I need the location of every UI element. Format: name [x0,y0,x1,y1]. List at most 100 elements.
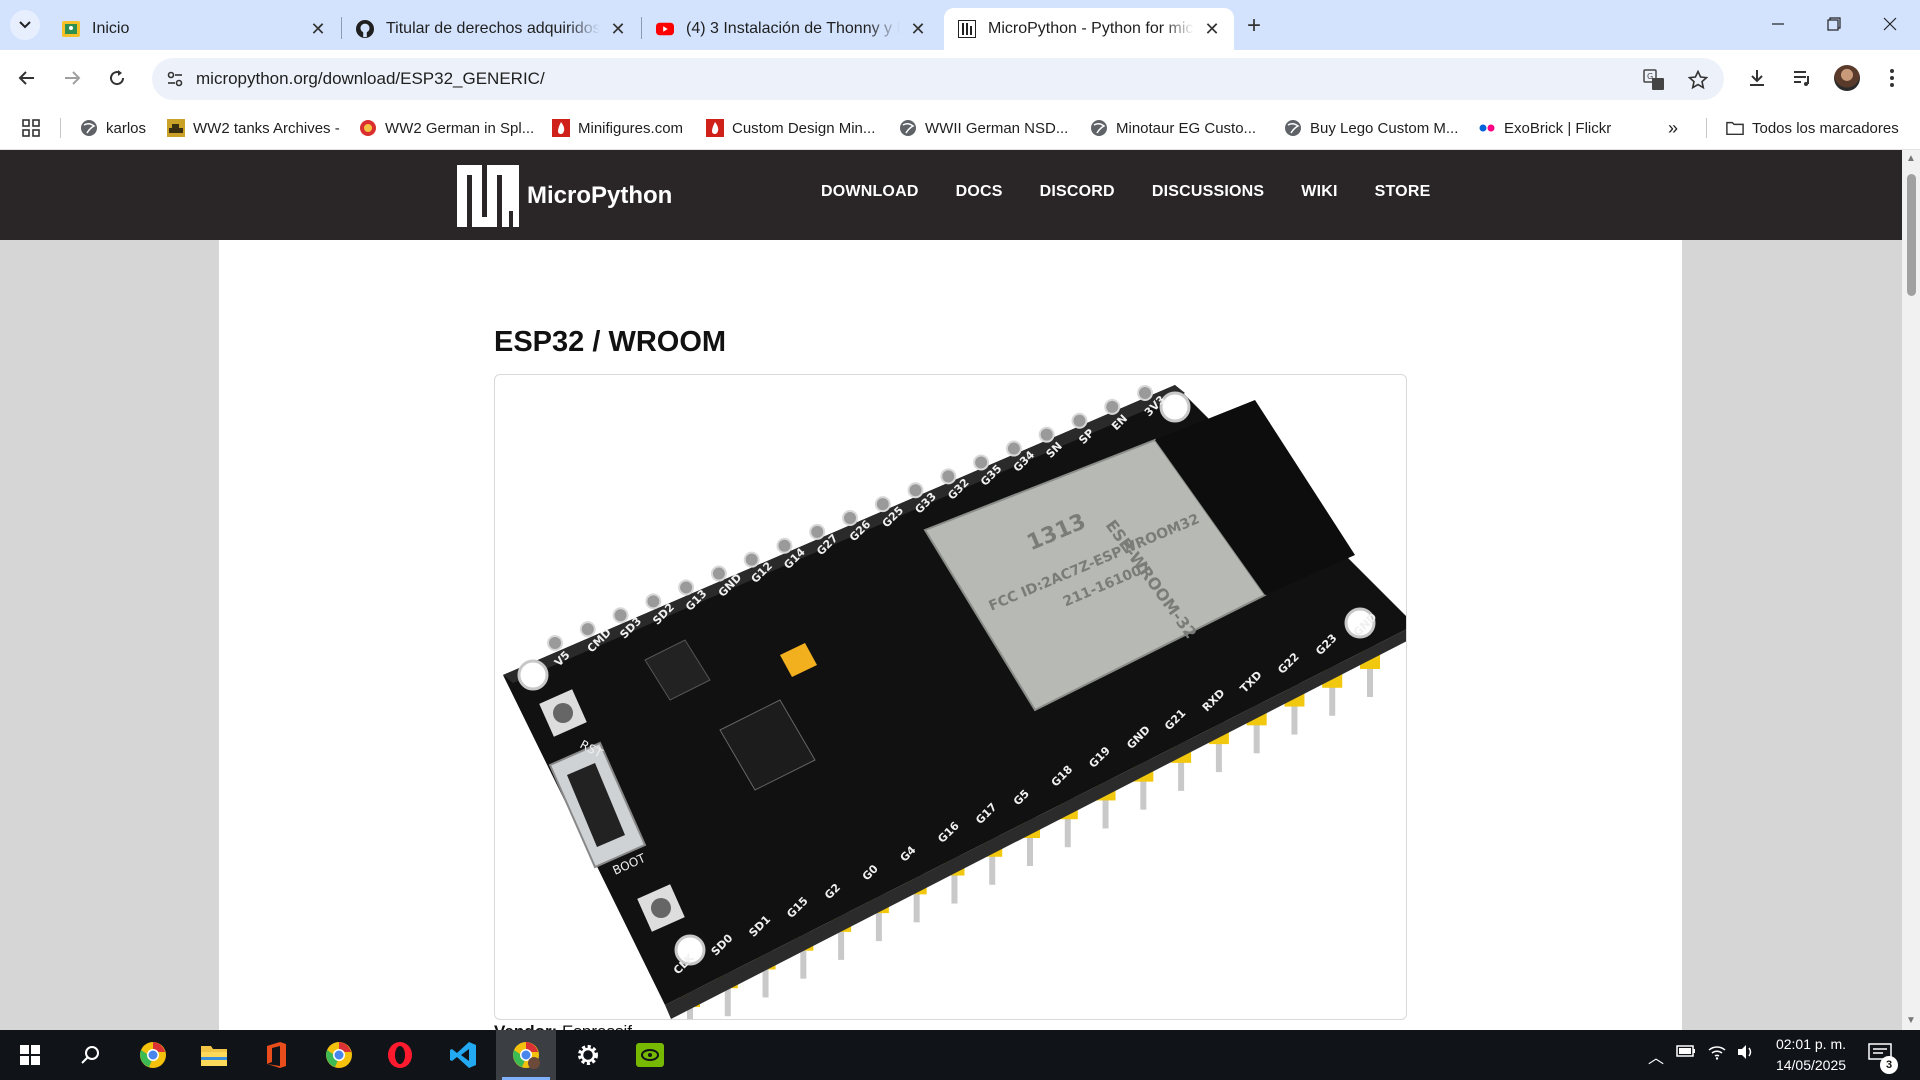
bookmark-label: Minifigures.com [578,119,684,137]
more-bookmarks-button[interactable]: » [1668,116,1678,140]
taskbar-nvidia[interactable] [620,1030,680,1080]
tab-strip: Inicio ✕ Titular de derechos adquiridos … [0,0,1920,50]
badge-site-icon [359,119,377,137]
minimize-icon [1772,23,1784,25]
volume-icon[interactable] [1736,1044,1756,1065]
search-button[interactable] [60,1030,120,1080]
show-hidden-icons-button[interactable]: ︿ [1648,1044,1664,1068]
apps-grid-icon [22,119,40,137]
minimize-button[interactable] [1750,0,1806,48]
bookmark-divider [1706,118,1707,138]
header-pin [710,565,727,582]
taskbar-office[interactable] [246,1030,306,1080]
clock-time: 02:01 p. m. [1775,1036,1847,1052]
bookmark-item[interactable]: Buy Lego Custom M... [1284,116,1458,140]
close-tab-icon[interactable]: ✕ [608,19,628,39]
bookmark-label: Custom Design Min... [732,119,876,137]
nav-discord[interactable]: DISCORD [1040,183,1115,201]
taskbar-file-explorer[interactable] [184,1030,244,1080]
taskbar-vscode[interactable] [433,1030,493,1080]
bookmark-item[interactable]: WWII German NSD... [899,116,1068,140]
nav-store[interactable]: STORE [1375,183,1431,201]
taskbar-chrome[interactable] [309,1030,369,1080]
media-controls-button[interactable] [1786,62,1818,94]
flame-site-icon [706,119,724,137]
address-bar[interactable]: micropython.org/download/ESP32_GENERIC/ … [152,58,1724,100]
close-tab-icon[interactable]: ✕ [308,19,328,39]
reload-button[interactable] [101,62,133,94]
header-pin [973,454,990,471]
all-bookmarks-button[interactable]: Todos los marcadores [1726,116,1899,140]
header-pin [645,593,662,610]
back-button[interactable] [11,62,43,94]
bookmark-item[interactable]: WW2 tanks Archives - [167,116,340,140]
bookmark-item[interactable]: Minotaur EG Custo... [1090,116,1256,140]
scroll-up-icon[interactable]: ▲ [1906,154,1916,164]
playlist-icon [1794,71,1809,86]
page-viewport: MicroPython DOWNLOAD DOCS DISCORD DISCUS… [0,150,1902,1030]
url-text[interactable]: micropython.org/download/ESP32_GENERIC/ [196,69,545,89]
taskbar-opera[interactable] [370,1030,430,1080]
nav-discussions[interactable]: DISCUSSIONS [1152,183,1264,201]
esp32-board-illustration: 1313 FCC ID:2AC7Z-ESPWROOM32 211-161007 … [503,385,1406,1019]
header-pin [1005,440,1022,457]
system-clock[interactable]: 02:01 p. m. 14/05/2025 [1756,1034,1866,1076]
main-content: ESP32 / WROOM 1313 FCC ID:2AC7Z-ESPWROOM… [219,240,1682,1030]
globe-icon [1284,119,1302,137]
header-pin [940,468,957,485]
nav-download[interactable]: DOWNLOAD [821,183,919,201]
apps-button[interactable] [22,116,40,140]
bookmark-item[interactable]: Minifigures.com [552,116,683,140]
bookmark-item[interactable]: karlos [80,116,146,140]
nav-docs[interactable]: DOCS [956,183,1003,201]
tab-micropython[interactable]: MicroPython - Python for microcontroller… [944,8,1234,50]
tab-search-button[interactable] [10,10,40,40]
bookmark-label: Minotaur EG Custo... [1116,119,1257,137]
more-vertical-icon [1890,69,1894,87]
bookmark-label: Todos los marcadores [1752,119,1899,137]
windows-logo-icon [20,1045,40,1065]
taskbar-chrome-active[interactable] [496,1030,556,1080]
tab-youtube[interactable]: (4) 3 Instalación de Thonny y MicroPytho… [642,8,940,50]
globe-icon [899,119,917,137]
header-pin [776,537,793,554]
arrow-right-icon [65,71,81,85]
tab-inicio[interactable]: Inicio ✕ [48,8,340,50]
bookmark-item[interactable]: Custom Design Min... [706,116,875,140]
taskbar-chrome-alt[interactable] [123,1030,183,1080]
new-tab-button[interactable]: + [1240,12,1268,40]
site-info-icon[interactable] [164,68,186,90]
close-tab-icon[interactable]: ✕ [1202,19,1222,39]
nav-wiki[interactable]: WIKI [1301,183,1337,201]
vendor-label: Vendor: [494,1022,557,1030]
reload-icon [110,70,125,86]
browser-menu-button[interactable] [1876,62,1908,94]
downloads-button[interactable] [1741,62,1773,94]
bookmark-star-icon[interactable] [1686,68,1710,92]
battery-icon[interactable] [1676,1044,1696,1063]
bookmark-item[interactable]: WW2 German in Spl... [359,116,534,140]
translate-icon[interactable]: G [1642,68,1666,92]
chrome-icon [326,1042,352,1068]
site-logo[interactable]: MicroPython [457,165,672,227]
micropython-logo-icon [457,165,519,227]
wifi-icon[interactable] [1708,1044,1726,1065]
taskbar-settings[interactable] [558,1030,618,1080]
scroll-thumb[interactable] [1907,174,1916,296]
restore-button[interactable] [1806,0,1862,48]
bookmark-item[interactable]: ExoBrick | Flickr [1478,116,1611,140]
clock-date: 14/05/2025 [1775,1057,1847,1073]
tab-label: (4) 3 Instalación de Thonny y MicroPytho… [686,20,900,37]
bookmark-label: karlos [106,119,147,137]
close-tab-icon[interactable]: ✕ [908,19,928,39]
close-window-button[interactable] [1862,0,1918,48]
page-scrollbar[interactable]: ▲ ▼ [1902,150,1920,1030]
start-button[interactable] [0,1030,60,1080]
scroll-down-icon[interactable]: ▼ [1906,1016,1916,1026]
bookmark-label: ExoBrick | Flickr [1504,119,1612,137]
board-image: 1313 FCC ID:2AC7Z-ESPWROOM32 211-161007 … [494,374,1407,1020]
header-pin [1071,412,1088,429]
tab-github[interactable]: Titular de derechos adquiridos ✕ [342,8,640,50]
profile-button[interactable] [1831,62,1863,94]
forward-button[interactable] [56,62,88,94]
